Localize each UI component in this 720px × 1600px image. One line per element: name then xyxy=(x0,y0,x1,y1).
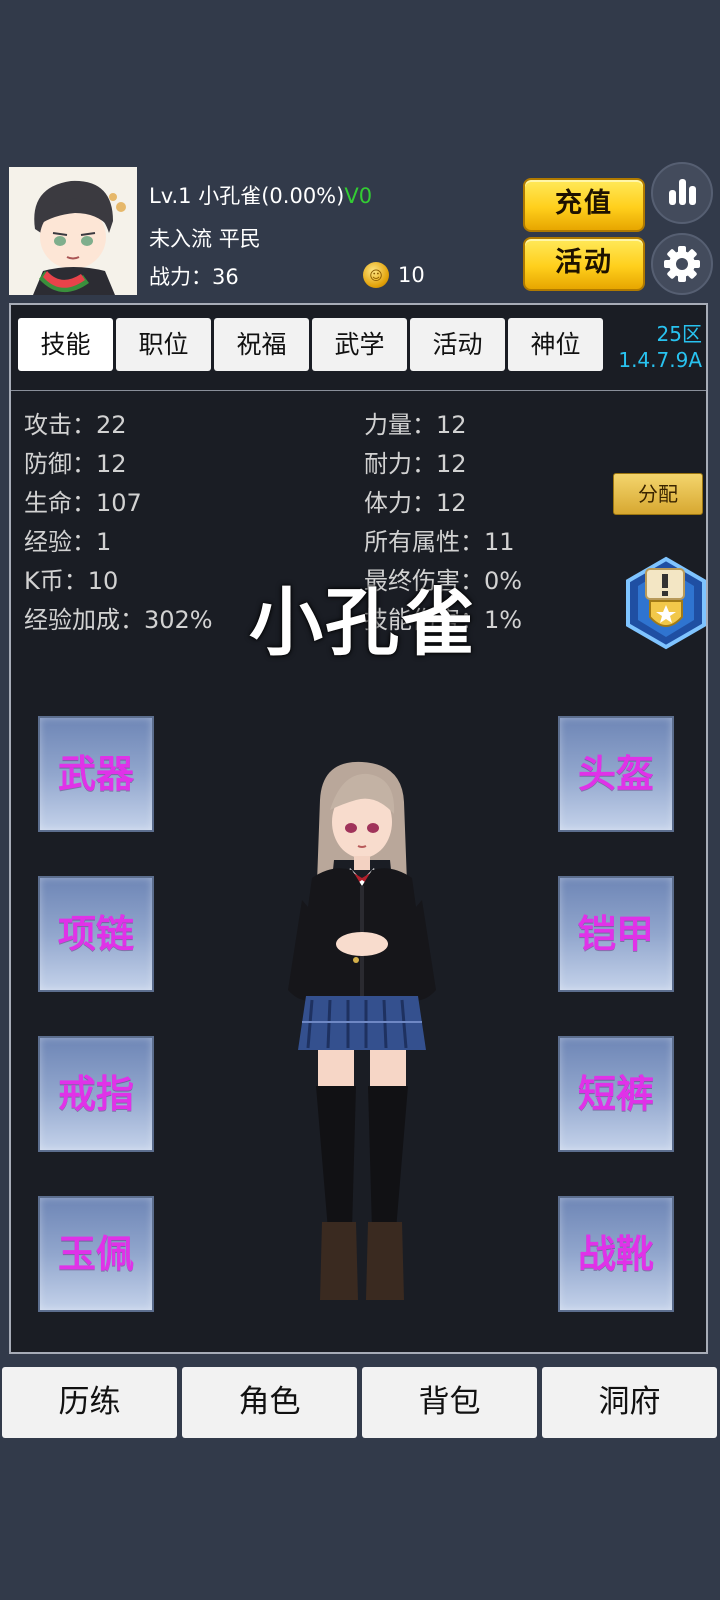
power-label: 战力： xyxy=(149,265,212,289)
coin-icon: ☺ xyxy=(363,262,389,288)
activity-button[interactable]: 活动 xyxy=(523,237,645,291)
tab-position[interactable]: 职位 xyxy=(116,318,211,371)
distribute-points-button[interactable]: 分配 xyxy=(613,473,703,515)
player-title-line: Lv.1 小孔雀(0.00%)V0 xyxy=(149,180,372,210)
player-rank: 平民 xyxy=(218,227,261,251)
game-version: 1.4.7.9A xyxy=(618,348,702,372)
player-name: 小孔雀 xyxy=(198,184,262,208)
exp-percent: (0.00%) xyxy=(261,184,345,208)
stat-stamina: 体力：12 xyxy=(364,489,467,517)
tab-divider xyxy=(11,390,706,391)
tab-deity[interactable]: 神位 xyxy=(508,318,603,371)
combat-power: 战力：36 xyxy=(149,261,239,291)
equip-slot-weapon[interactable]: 武器 xyxy=(38,716,154,832)
power-value: 36 xyxy=(212,265,239,289)
nav-cave-dwelling[interactable]: 洞府 xyxy=(542,1367,717,1438)
stat-defense: 防御：12 xyxy=(24,450,127,478)
recharge-button[interactable]: 充值 xyxy=(523,178,645,232)
stat-strength: 力量：12 xyxy=(364,411,467,439)
equip-slot-necklace[interactable]: 项链 xyxy=(38,876,154,992)
player-avatar[interactable] xyxy=(9,167,137,295)
nav-character[interactable]: 角色 xyxy=(182,1367,357,1438)
stat-kcoin: K币：10 xyxy=(24,567,119,595)
tab-skills[interactable]: 技能 xyxy=(18,318,113,371)
coin-count: 10 xyxy=(398,263,425,287)
quest-shield-icon xyxy=(626,556,706,650)
stat-exp-bonus: 经验加成：302% xyxy=(24,606,213,634)
equip-slot-boots[interactable]: 战靴 xyxy=(558,1196,674,1312)
player-name-overlay: 小孔雀 xyxy=(249,580,477,666)
vip-level: V0 xyxy=(344,184,373,208)
tab-activity[interactable]: 活动 xyxy=(410,318,505,371)
stat-attack: 攻击：22 xyxy=(24,411,127,439)
nav-backpack[interactable]: 背包 xyxy=(362,1367,537,1438)
nav-training[interactable]: 历练 xyxy=(2,1367,177,1438)
settings-button[interactable] xyxy=(651,233,713,295)
tab-martial-arts[interactable]: 武学 xyxy=(312,318,407,371)
equip-slot-shorts[interactable]: 短裤 xyxy=(558,1036,674,1152)
server-zone: 25区 xyxy=(656,322,702,346)
equip-slot-helmet[interactable]: 头盔 xyxy=(558,716,674,832)
gear-icon xyxy=(664,246,700,282)
svg-text:☺: ☺ xyxy=(369,269,383,284)
ranking-button[interactable] xyxy=(651,162,713,224)
player-rank-line: 未入流 平民 xyxy=(149,223,261,253)
tab-blessing[interactable]: 祝福 xyxy=(214,318,309,371)
quest-badge-button[interactable] xyxy=(622,555,710,651)
equip-slot-armor[interactable]: 铠甲 xyxy=(558,876,674,992)
stat-endurance: 耐力：12 xyxy=(364,450,467,478)
bar-chart-icon xyxy=(669,179,696,205)
player-realm: 未入流 xyxy=(149,227,212,251)
stat-all-attributes: 所有属性：11 xyxy=(364,528,515,556)
equip-slot-jade-pendant[interactable]: 玉佩 xyxy=(38,1196,154,1312)
character-model xyxy=(272,760,452,1330)
stat-exp: 经验：1 xyxy=(24,528,112,556)
player-level: Lv.1 xyxy=(149,184,192,208)
stat-hp: 生命：107 xyxy=(24,489,142,517)
equip-slot-ring[interactable]: 戒指 xyxy=(38,1036,154,1152)
